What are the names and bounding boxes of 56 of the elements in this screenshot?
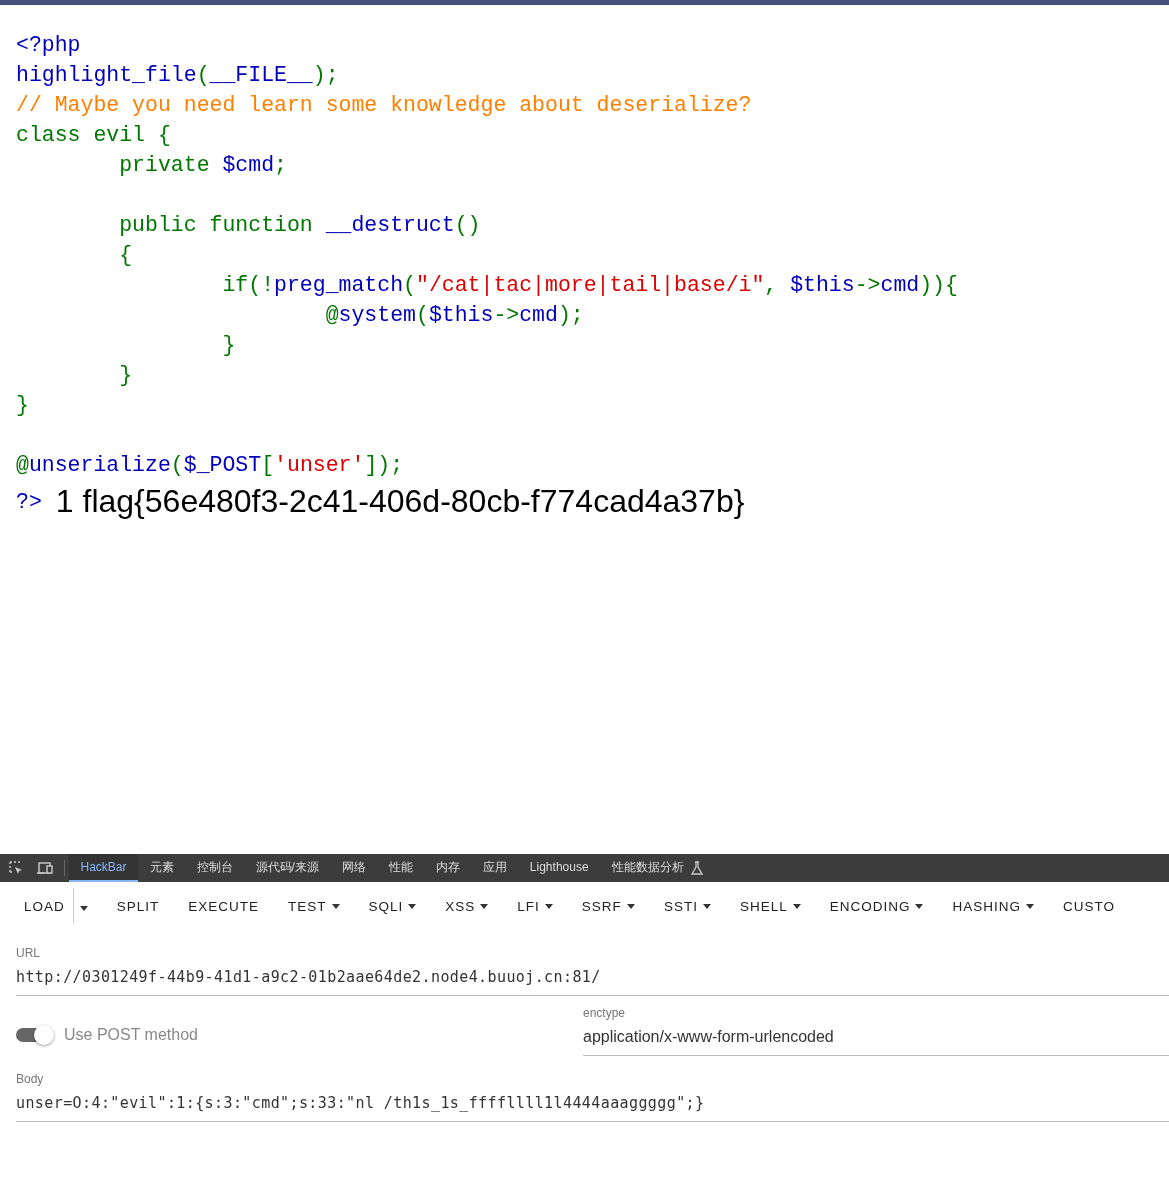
- devtools-tab[interactable]: 源代码/来源: [244, 854, 331, 882]
- field-label: URL: [16, 946, 41, 960]
- code-line: if(!preg_match("/cat|tac|more|tail|base/i", $this->cmd)){: [221, 272, 959, 299]
- devtools-tab[interactable]: 内存: [424, 854, 472, 882]
- code-line: }: [118, 362, 134, 389]
- menu-button[interactable]: TEST: [278, 888, 350, 924]
- menu-button[interactable]: SSRF: [571, 888, 645, 924]
- toolbar-button[interactable]: CUSTO: [1052, 888, 1125, 924]
- menu-button[interactable]: XSS: [435, 888, 499, 924]
- caret-icon: [626, 903, 635, 909]
- devtools-tab[interactable]: HackBar: [69, 854, 138, 882]
- code-line: private $cmd;: [118, 152, 288, 179]
- caret-icon: [79, 905, 88, 911]
- code-line: <?php: [16, 32, 82, 59]
- field-label: Body: [16, 1072, 45, 1086]
- toolbar-button[interactable]: EXECUTE: [178, 888, 270, 924]
- caret-icon: [1025, 903, 1034, 909]
- caret-icon: [792, 903, 801, 909]
- toggle-label: Use POST method: [64, 1026, 198, 1044]
- menu-button[interactable]: LFI: [507, 888, 563, 924]
- devtools-tab[interactable]: 网络: [330, 854, 378, 882]
- devtools-tab[interactable]: 性能: [377, 854, 425, 882]
- code-line: // Maybe you need learn some knowledge about deserialize?: [16, 92, 753, 119]
- code-line: @system($this->cmd);: [324, 302, 585, 329]
- toggle-switch[interactable]: [16, 1028, 52, 1042]
- menu-button[interactable]: HASHING: [942, 888, 1044, 924]
- device-icon[interactable]: [36, 860, 54, 876]
- menu-button[interactable]: SSTI: [653, 888, 721, 924]
- caret-icon: [331, 903, 340, 909]
- code-line: }: [221, 332, 237, 359]
- menu-button[interactable]: SHELL: [729, 888, 811, 924]
- toolbar-button[interactable]: SPLIT: [106, 888, 170, 924]
- inspect-icon[interactable]: [8, 860, 24, 876]
- devtools-tab[interactable]: 应用: [471, 854, 519, 882]
- devtools-tab[interactable]: Lighthouse: [518, 854, 601, 882]
- menu-button[interactable]: SQLI: [358, 888, 427, 924]
- caret-icon: [544, 903, 553, 909]
- code-line: highlight_file(__FILE__);: [16, 62, 340, 89]
- caret-icon: [480, 903, 489, 909]
- code-line: class evil {: [16, 122, 172, 149]
- code-line: }: [16, 392, 30, 419]
- code-line: {: [118, 242, 134, 269]
- caret-icon: [702, 903, 711, 909]
- devtools-tab[interactable]: 控制台: [185, 854, 244, 882]
- caret-icon: [408, 903, 417, 909]
- php-closing-tag: ?>: [16, 486, 42, 517]
- code-line: public function __destruct(): [118, 212, 482, 239]
- flask-icon: [691, 861, 704, 875]
- page-output: 1 flag{56e480f3-2c41-406d-80cb-f774cad4a37b}: [55, 483, 745, 520]
- caret-icon: [915, 903, 924, 909]
- load-button[interactable]: LOAD: [14, 888, 75, 924]
- devtools-tab[interactable]: 元素: [138, 854, 185, 882]
- devtools-tab[interactable]: 性能数据分析: [600, 854, 696, 882]
- code-line: @unserialize($_POST['unser']);: [16, 452, 405, 479]
- field-label: enctype: [583, 1006, 627, 1020]
- menu-button[interactable]: ENCODING: [819, 888, 934, 924]
